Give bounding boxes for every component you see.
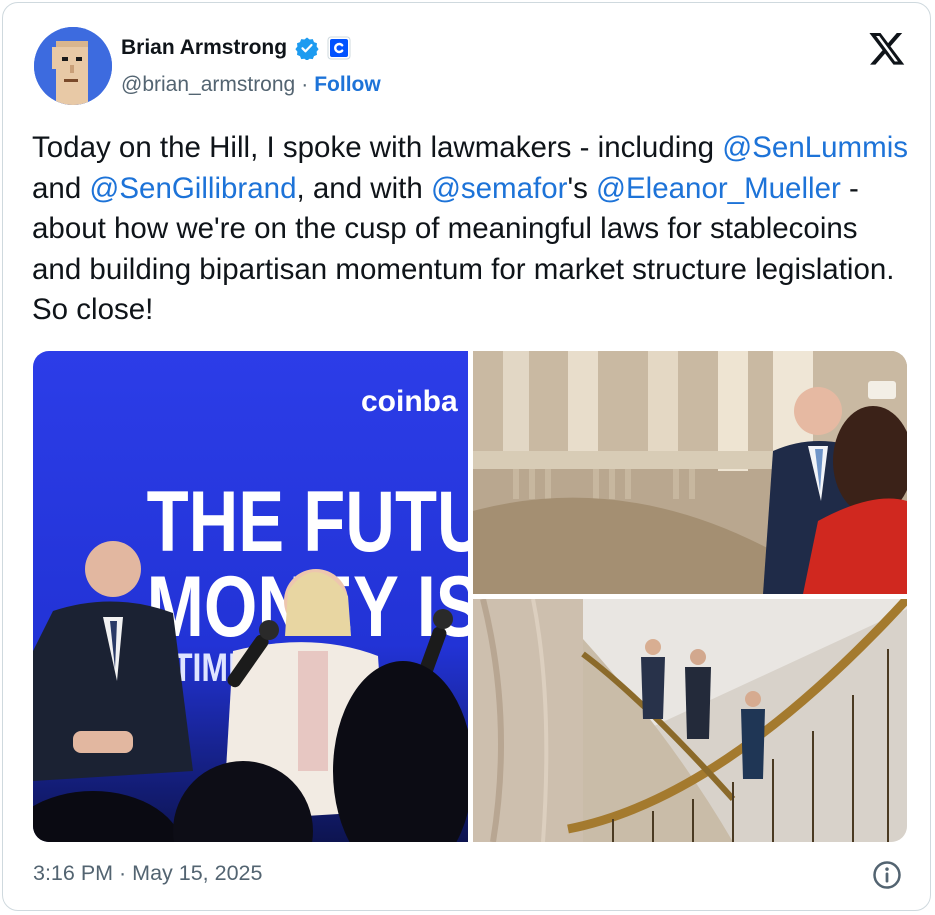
tweet-text-segment: , and with	[296, 171, 431, 205]
media-grid: coinba THE FUTU MONEY IS TIME	[33, 351, 907, 842]
tweet-text-segment: 's	[567, 171, 597, 205]
photo-panel-discussion[interactable]: coinba THE FUTU MONEY IS TIME	[33, 351, 468, 842]
avatar[interactable]	[34, 27, 112, 105]
mention-link[interactable]: @Eleanor_Mueller	[596, 172, 841, 205]
coinbase-affiliate-icon[interactable]	[327, 36, 351, 60]
tweet-card: Brian Armstrong @brian_armstrong · Follo…	[2, 2, 931, 911]
mention-link[interactable]: @SenGillibrand	[89, 172, 296, 205]
separator: ·	[301, 73, 309, 96]
author-handle-row: @brian_armstrong · Follow	[121, 70, 381, 100]
tweet-text-segment: Today on the Hill, I spoke with lawmaker…	[32, 131, 723, 164]
tweet-text: Today on the Hill, I spoke with lawmaker…	[32, 128, 912, 331]
author-handle[interactable]: @brian_armstrong	[121, 73, 295, 97]
photo-staircase[interactable]	[473, 599, 907, 842]
mention-link[interactable]: @semafor	[431, 172, 568, 205]
tweet-timestamp[interactable]: 3:16 PM · May 15, 2025	[33, 861, 262, 886]
author-name-row: Brian Armstrong	[121, 31, 351, 65]
verified-badge-icon	[295, 37, 319, 60]
author-name[interactable]: Brian Armstrong	[121, 36, 287, 60]
brand-text: coinba	[361, 385, 458, 418]
banner-line-1: THE FUTU	[147, 474, 468, 570]
info-icon[interactable]	[872, 860, 902, 890]
pixel-avatar-icon	[34, 27, 112, 105]
tweet-text-segment: and	[32, 171, 90, 205]
mention-link[interactable]: @SenLummis	[722, 131, 908, 164]
photo-rotunda-interview[interactable]	[473, 351, 907, 594]
x-logo-icon[interactable]	[867, 29, 907, 67]
follow-button[interactable]: Follow	[314, 73, 381, 97]
